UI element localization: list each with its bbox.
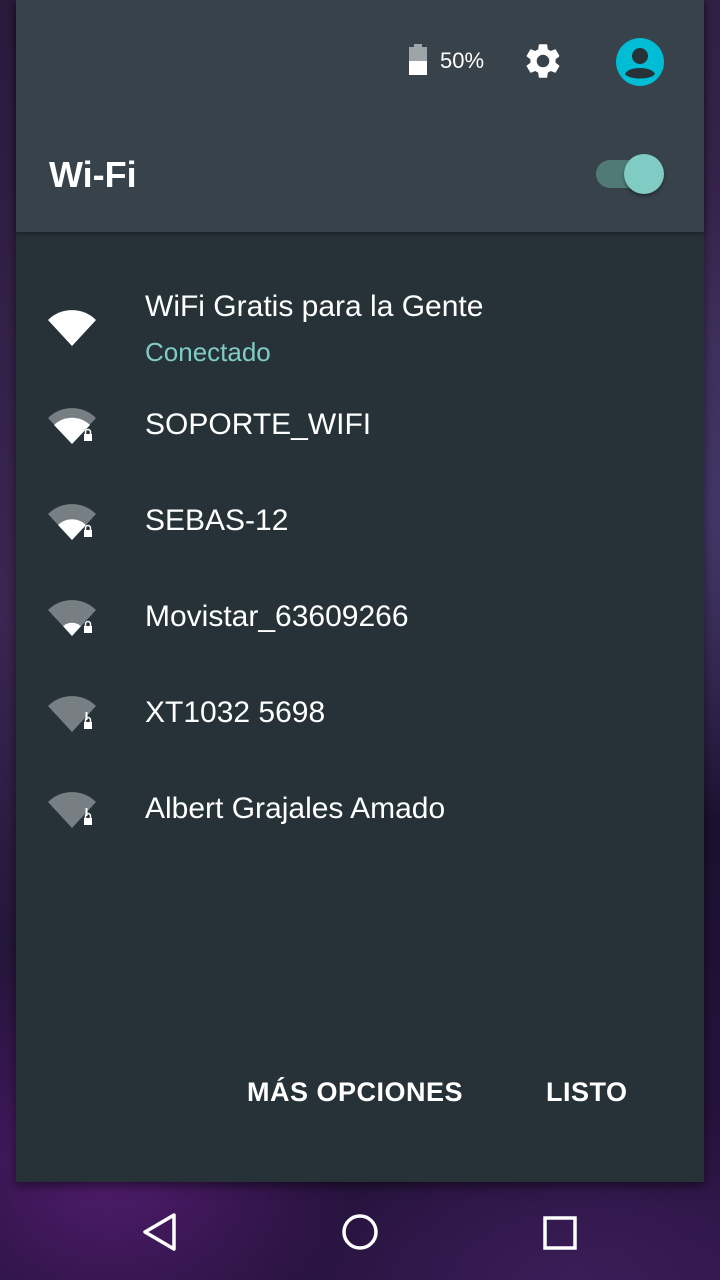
network-item[interactable]: XT1032 5698 [16,684,704,744]
wifi-signal-1-locked-icon [48,600,96,636]
home-circle-icon[interactable] [338,1210,382,1254]
network-name: Movistar_63609266 [145,600,409,633]
network-name: WiFi Gratis para la Gente [145,290,484,323]
network-name: SEBAS-12 [145,504,289,537]
panel-header: 50% Wi-Fi [16,0,704,232]
gear-icon[interactable] [522,40,564,82]
network-item[interactable]: Albert Grajales Amado [16,780,704,840]
network-item[interactable]: Movistar_63609266 [16,588,704,648]
wifi-signal-full-icon [48,310,96,346]
account-circle-icon[interactable] [615,37,665,87]
network-item[interactable]: SOPORTE_WIFI [16,396,704,456]
panel-title: Wi-Fi [49,154,137,195]
network-status: Conectado [145,337,271,367]
wifi-signal-0-locked-icon [48,792,96,828]
recents-square-icon[interactable] [540,1213,580,1253]
navigation-bar [0,1182,720,1280]
battery-icon [409,44,427,75]
network-name: XT1032 5698 [145,696,326,729]
wifi-quick-settings-panel: 50% Wi-Fi WiFi Gratis para la Gente Cone… [16,0,704,1182]
battery-percentage: 50% [440,48,485,73]
wifi-signal-3-locked-icon [48,408,96,444]
network-name: Albert Grajales Amado [145,792,446,825]
more-options-button[interactable]: MÁS OPCIONES [247,1077,463,1108]
wifi-signal-0-locked-icon [48,696,96,732]
network-item[interactable]: WiFi Gratis para la Gente Conectado [16,282,704,378]
back-triangle-icon[interactable] [138,1210,182,1254]
wifi-toggle[interactable] [596,154,666,194]
wifi-signal-2-locked-icon [48,504,96,540]
network-item[interactable]: SEBAS-12 [16,492,704,552]
done-button[interactable]: LISTO [546,1077,628,1108]
network-name: SOPORTE_WIFI [145,408,372,441]
